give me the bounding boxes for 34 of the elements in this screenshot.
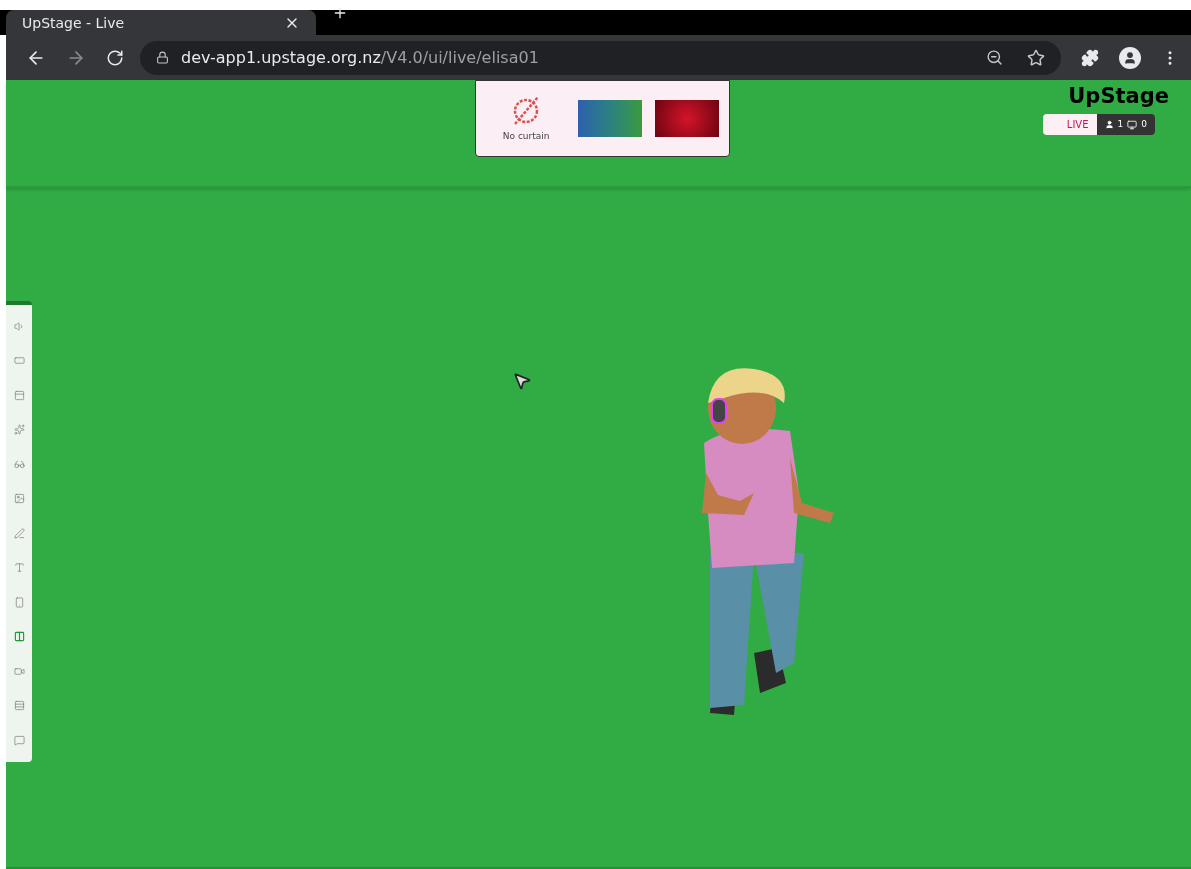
person-icon: [1104, 120, 1114, 129]
upstage-logo: UpStage: [1068, 86, 1169, 107]
mouse-cursor-icon: [512, 371, 532, 391]
zoom-out-icon[interactable]: [986, 49, 1003, 66]
lock-icon: [156, 51, 169, 64]
address-bar[interactable]: dev-app1.upstage.org.nz/V4.0/ui/live/elisa01: [140, 40, 1061, 75]
image-icon[interactable]: [13, 493, 25, 505]
puzzle-icon[interactable]: [1081, 48, 1099, 67]
sparkle-icon[interactable]: [13, 424, 25, 436]
columns-icon[interactable]: [13, 631, 25, 643]
rectangle-icon[interactable]: [13, 355, 25, 367]
pen-icon[interactable]: [13, 527, 25, 539]
curtain-fabric-thumbnail[interactable]: [654, 100, 719, 137]
rows-icon[interactable]: [13, 700, 25, 712]
url-text: dev-app1.upstage.org.nz/V4.0/ui/live/elisa01: [181, 46, 539, 69]
browser-tab[interactable]: UpStage - Live: [6, 10, 316, 35]
gradient-curtain-thumbnail[interactable]: [578, 100, 643, 137]
curtain-label: No curtain: [502, 129, 550, 143]
reload-icon[interactable]: [106, 48, 124, 67]
text-icon[interactable]: [13, 562, 25, 574]
chat-icon[interactable]: [13, 734, 25, 746]
viewer-count: 0: [1141, 117, 1147, 131]
camera-icon[interactable]: [13, 665, 25, 677]
speaker-icon[interactable]: [13, 320, 25, 332]
tab-title: UpStage - Live: [22, 15, 125, 30]
live-badge: LIVE: [1042, 114, 1097, 135]
phone-icon[interactable]: [13, 596, 25, 608]
star-icon[interactable]: [1027, 48, 1045, 67]
panel-icon[interactable]: [13, 389, 25, 401]
player-count: 1: [1117, 117, 1124, 131]
glasses-icon[interactable]: [13, 458, 25, 470]
new-tab-icon[interactable]: [332, 5, 348, 21]
monitor-icon: [1127, 119, 1138, 130]
profile-icon[interactable]: [1119, 46, 1141, 69]
